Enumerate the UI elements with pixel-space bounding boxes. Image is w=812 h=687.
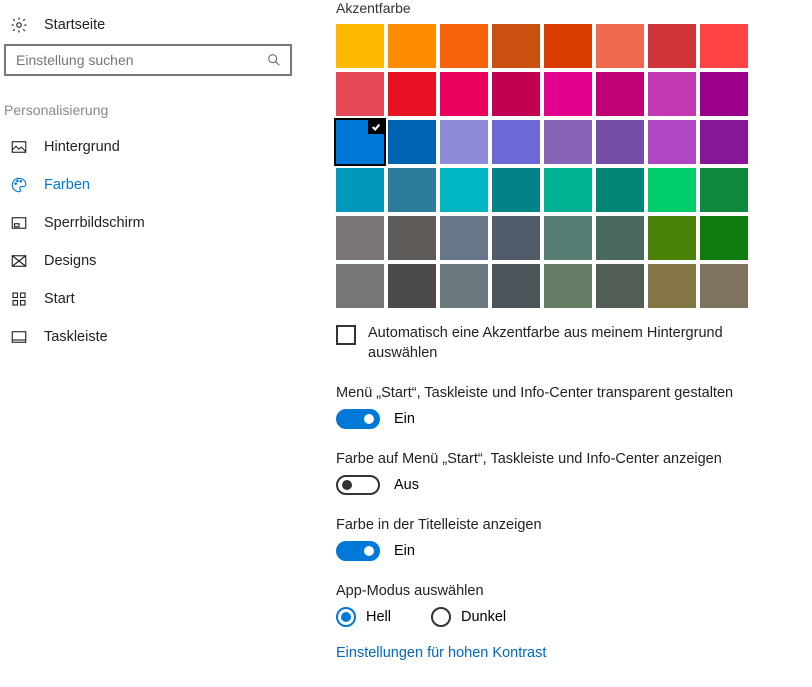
color-swatch[interactable] xyxy=(700,72,748,116)
sidebar-item-farben[interactable]: Farben xyxy=(0,166,300,204)
color-swatch[interactable] xyxy=(544,72,592,116)
color-swatch[interactable] xyxy=(336,264,384,308)
sidebar-item-label: Sperrbildschirm xyxy=(44,215,145,231)
color-swatch[interactable] xyxy=(596,120,644,164)
color-swatch[interactable] xyxy=(388,24,436,68)
sidebar-item-label: Hintergrund xyxy=(44,139,120,155)
titlebar-label: Farbe in der Titelleiste anzeigen xyxy=(336,517,798,533)
titlebar-toggle[interactable] xyxy=(336,541,380,561)
color-swatch[interactable] xyxy=(388,72,436,116)
show-color-label: Farbe auf Menü „Start“, Taskleiste und I… xyxy=(336,451,798,467)
search-icon xyxy=(266,52,282,68)
sidebar-item-label: Designs xyxy=(44,253,96,269)
taskbar-icon xyxy=(10,328,28,346)
color-swatch[interactable] xyxy=(492,72,540,116)
color-swatch[interactable] xyxy=(388,216,436,260)
color-swatch[interactable] xyxy=(336,72,384,116)
color-swatch[interactable] xyxy=(596,264,644,308)
color-swatch[interactable] xyxy=(492,264,540,308)
themes-icon xyxy=(10,252,28,270)
sidebar: Startseite Personalisierung Hintergrund … xyxy=(0,0,300,687)
color-swatch[interactable] xyxy=(700,216,748,260)
color-swatch[interactable] xyxy=(648,264,696,308)
color-swatch[interactable] xyxy=(544,168,592,212)
sidebar-item-label: Farben xyxy=(44,177,90,193)
color-swatch[interactable] xyxy=(440,264,488,308)
color-swatch[interactable] xyxy=(648,72,696,116)
app-mode-light-radio[interactable]: Hell xyxy=(336,607,391,627)
color-swatches xyxy=(336,24,798,308)
palette-icon xyxy=(10,176,28,194)
color-swatch[interactable] xyxy=(336,216,384,260)
high-contrast-link[interactable]: Einstellungen für hohen Kontrast xyxy=(336,645,798,661)
sidebar-item-start[interactable]: Start xyxy=(0,280,300,318)
start-grid-icon xyxy=(10,290,28,308)
lockscreen-icon xyxy=(10,214,28,232)
radio-label: Dunkel xyxy=(461,609,506,625)
color-swatch[interactable] xyxy=(440,216,488,260)
color-swatch[interactable] xyxy=(648,216,696,260)
accent-title: Akzentfarbe xyxy=(336,0,798,16)
color-swatch[interactable] xyxy=(388,168,436,212)
sidebar-item-hintergrund[interactable]: Hintergrund xyxy=(0,128,300,166)
radio-label: Hell xyxy=(366,609,391,625)
transparency-label: Menü „Start“, Taskleiste und Info-Center… xyxy=(336,385,798,401)
sidebar-item-taskleiste[interactable]: Taskleiste xyxy=(0,318,300,356)
home-item[interactable]: Startseite xyxy=(0,6,300,44)
color-swatch[interactable] xyxy=(492,216,540,260)
color-swatch[interactable] xyxy=(336,24,384,68)
color-swatch[interactable] xyxy=(336,120,384,164)
app-mode-label: App-Modus auswählen xyxy=(336,583,798,599)
color-swatch[interactable] xyxy=(440,72,488,116)
color-swatch[interactable] xyxy=(544,120,592,164)
sidebar-item-sperrbildschirm[interactable]: Sperrbildschirm xyxy=(0,204,300,242)
color-swatch[interactable] xyxy=(596,24,644,68)
transparency-toggle[interactable] xyxy=(336,409,380,429)
sidebar-item-designs[interactable]: Designs xyxy=(0,242,300,280)
color-swatch[interactable] xyxy=(440,120,488,164)
color-swatch[interactable] xyxy=(492,24,540,68)
color-swatch[interactable] xyxy=(544,24,592,68)
color-swatch[interactable] xyxy=(388,120,436,164)
color-swatch[interactable] xyxy=(388,264,436,308)
color-swatch[interactable] xyxy=(544,264,592,308)
sidebar-item-label: Start xyxy=(44,291,75,307)
sidebar-item-label: Taskleiste xyxy=(44,329,108,345)
color-swatch[interactable] xyxy=(596,168,644,212)
color-swatch[interactable] xyxy=(492,120,540,164)
transparency-state: Ein xyxy=(394,411,415,427)
auto-pick-label: Automatisch eine Akzentfarbe aus meinem … xyxy=(368,324,766,363)
group-label: Personalisierung xyxy=(0,86,300,128)
main-content: Akzentfarbe Automatisch eine Akzentfarbe… xyxy=(300,0,812,687)
color-swatch[interactable] xyxy=(440,24,488,68)
search-input[interactable] xyxy=(4,44,292,76)
show-color-state: Aus xyxy=(394,477,419,493)
color-swatch[interactable] xyxy=(544,216,592,260)
color-swatch[interactable] xyxy=(648,168,696,212)
color-swatch[interactable] xyxy=(648,120,696,164)
titlebar-state: Ein xyxy=(394,543,415,559)
check-icon xyxy=(368,120,384,134)
auto-pick-checkbox[interactable] xyxy=(336,325,356,345)
home-label: Startseite xyxy=(44,17,105,33)
color-swatch[interactable] xyxy=(700,264,748,308)
search-field[interactable] xyxy=(14,51,266,69)
app-mode-dark-radio[interactable]: Dunkel xyxy=(431,607,506,627)
color-swatch[interactable] xyxy=(596,72,644,116)
color-swatch[interactable] xyxy=(336,168,384,212)
color-swatch[interactable] xyxy=(492,168,540,212)
color-swatch[interactable] xyxy=(440,168,488,212)
gear-icon xyxy=(10,16,28,34)
color-swatch[interactable] xyxy=(700,168,748,212)
color-swatch[interactable] xyxy=(648,24,696,68)
color-swatch[interactable] xyxy=(700,120,748,164)
color-swatch[interactable] xyxy=(596,216,644,260)
picture-icon xyxy=(10,138,28,156)
show-color-toggle[interactable] xyxy=(336,475,380,495)
color-swatch[interactable] xyxy=(700,24,748,68)
